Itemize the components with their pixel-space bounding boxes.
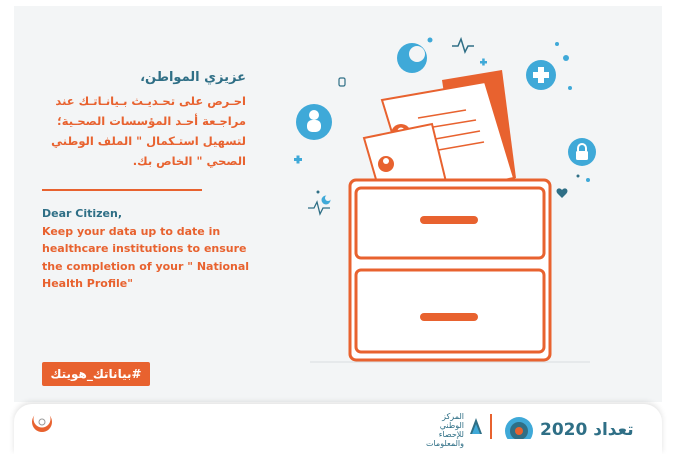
arabic-message: عزيزي المواطن، احـرص على تحـديـث بـيانـا… [16,70,246,171]
cabinet [348,178,552,362]
arabic-line: الصحي " الخاص بك. [132,154,246,168]
arabic-line: احـرص على تحـديـث بـيانـاتـك عند [55,94,246,108]
person-icon [296,104,332,140]
heart-icon [556,188,568,198]
divider-line [42,189,202,191]
census-title: تعداد 2020 [540,420,634,440]
dot [555,42,559,46]
statistics-centre-label: المركز الوطني للإحصاء والمعلومات [420,412,464,448]
crescent-logo-icon [32,410,52,432]
english-line: Keep your data up to date in [42,224,221,238]
footer-label-line: والمعلومات [425,439,464,448]
heartbeat-icon [452,36,474,55]
english-line: Health Profile" [42,277,133,290]
plus-icon [294,155,302,164]
footer-separator [490,414,492,439]
english-message: Dear Citizen, Keep your data up to date … [42,205,302,293]
statistics-logo-icon [470,418,482,434]
english-line: the completion of your " National [42,259,250,273]
english-line: healthcare institutions to ensure [42,242,247,255]
dot [316,190,320,194]
arabic-line: لتسهيل استـكمال " الملف الوطني [51,134,246,148]
dot [427,37,433,43]
arabic-greeting: عزيزي المواطن، [140,70,246,85]
footer-label-line: المركز الوطني [439,412,464,430]
arabic-line: مراجـعة أحـد المؤسسات الصحـية؛ [57,114,246,128]
dot [568,86,572,90]
dot [586,178,590,182]
plus-icon [480,58,487,66]
census-emblem-icon [505,417,533,439]
hashtag-badge: #بياناتك_هويتك [42,362,150,386]
cabinet-illustration [294,36,596,363]
dot [563,55,569,61]
lock-icon [568,138,596,166]
moon-icon [321,195,331,205]
english-greeting: Dear Citizen, [42,207,123,220]
footer-label-line: للإحصاء [438,430,464,439]
moon-icon [397,43,427,73]
dot [576,174,580,178]
bottle-icon [338,77,346,87]
plus-icon [526,60,556,90]
